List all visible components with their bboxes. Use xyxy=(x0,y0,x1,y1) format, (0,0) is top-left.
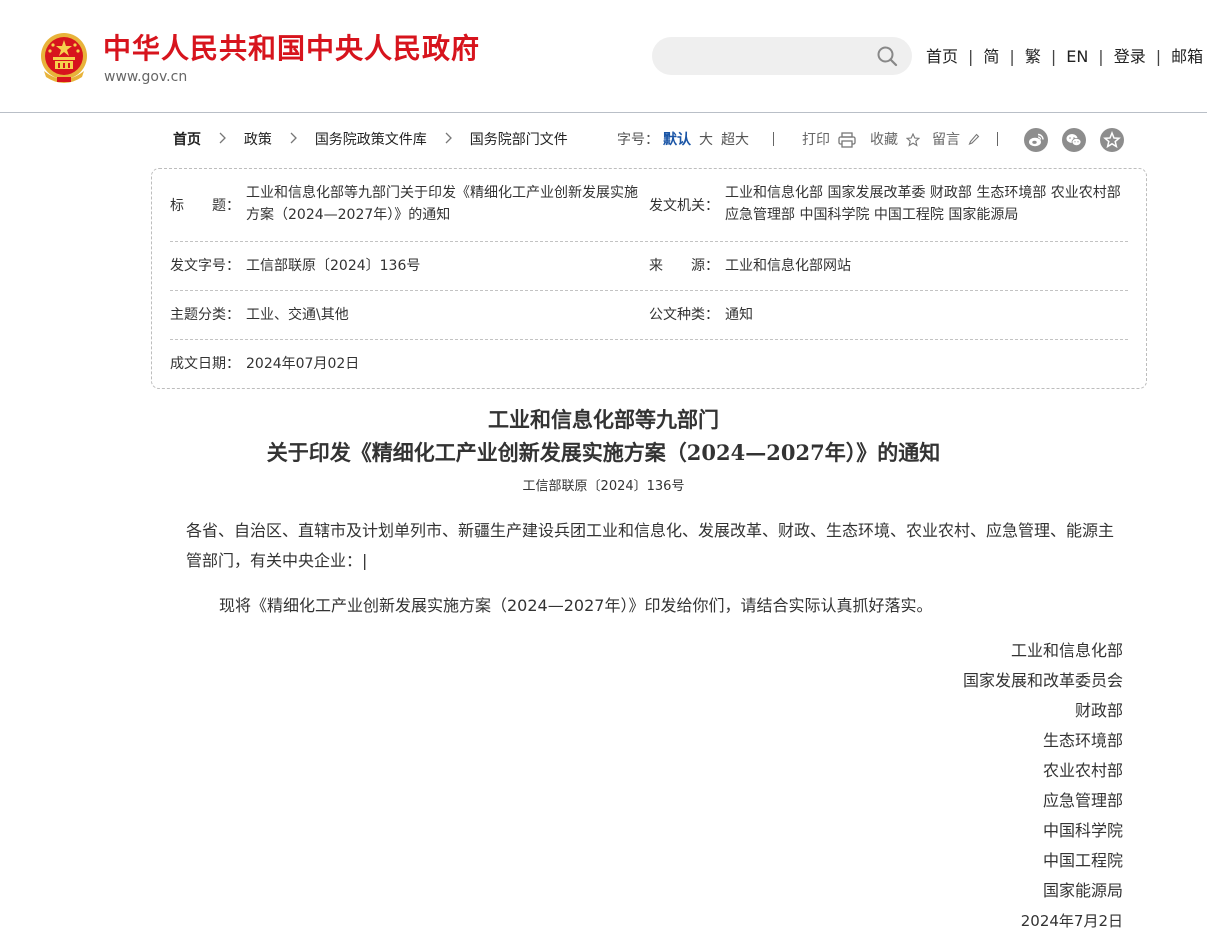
nav-separator: | xyxy=(1155,47,1162,66)
wechat-icon xyxy=(1066,134,1082,146)
meta-source-label: 来 源： xyxy=(649,258,719,274)
signatory: 中国工程院 xyxy=(1042,851,1123,870)
nav-separator: | xyxy=(1098,47,1104,66)
comment-label: 留言 xyxy=(932,132,960,148)
weibo-icon xyxy=(1029,133,1044,147)
nav-mail-link[interactable]: 邮箱 xyxy=(1171,47,1203,66)
pencil-icon xyxy=(968,133,980,145)
meta-date-label: 成文日期： xyxy=(170,356,240,372)
document-metadata: 标 题： 工业和信息化部等九部门关于印发《精细化工产业创新发展实施方案（2024… xyxy=(151,168,1147,389)
chevron-right-icon xyxy=(219,127,227,153)
star-icon xyxy=(1103,131,1121,149)
collect-share-button[interactable] xyxy=(1100,128,1124,152)
nav-english-link[interactable]: EN xyxy=(1066,47,1088,66)
weibo-share-button[interactable] xyxy=(1024,128,1048,152)
nav-home-link[interactable]: 首页 xyxy=(926,47,958,66)
breadcrumb-policy[interactable]: 政策 xyxy=(244,132,272,148)
article-addressee: 各省、自治区、直辖市及计划单列市、新疆生产建设兵团工业和信息化、发展改革、财政、… xyxy=(186,516,1126,576)
article-date: 2024年7月2日 xyxy=(1020,912,1123,930)
meta-issuer-label: 发文机关： xyxy=(649,198,719,214)
breadcrumb-policy-library[interactable]: 国务院政策文件库 xyxy=(315,132,427,148)
signatory: 工业和信息化部 xyxy=(1010,641,1123,660)
breadcrumb-department-documents[interactable]: 国务院部门文件 xyxy=(470,132,568,148)
meta-row: 成文日期： 2024年07月02日 xyxy=(170,340,1128,388)
site-title[interactable]: 中华人民共和国中央人民政府 xyxy=(103,31,480,67)
font-size-xlarge[interactable]: 超大 xyxy=(721,132,749,148)
nav-simplified-link[interactable]: 简 xyxy=(983,47,999,66)
signatory: 国家发展和改革委员会 xyxy=(962,671,1123,690)
addressee-text: 各省、自治区、直辖市及计划单列市、新疆生产建设兵团工业和信息化、发展改革、财政、… xyxy=(186,521,1115,570)
signatory: 应急管理部 xyxy=(1042,791,1123,810)
font-size-default[interactable]: 默认 xyxy=(663,132,691,148)
meta-date-value: 2024年07月02日 xyxy=(246,356,360,372)
meta-source-value: 工业和信息化部网站 xyxy=(725,258,851,274)
meta-issuer-value: 工业和信息化部 国家发展改革委 财政部 生态环境部 农业农村部 应急管理部 中国… xyxy=(725,185,1121,223)
top-nav: 首页|简|繁|EN|登录|邮箱| xyxy=(926,46,1207,68)
print-button[interactable]: 打印 xyxy=(802,127,857,153)
font-size-label: 字号： xyxy=(617,132,659,148)
wechat-share-button[interactable] xyxy=(1062,128,1086,152)
search-icon[interactable] xyxy=(876,45,898,67)
breadcrumb-home[interactable]: 首页 xyxy=(173,132,201,148)
meta-type-label: 公文种类： xyxy=(649,307,719,323)
print-label: 打印 xyxy=(802,132,830,148)
signatory: 财政部 xyxy=(1074,701,1123,720)
favorite-button[interactable]: 收藏 xyxy=(870,127,921,153)
meta-title-label: 标 题： xyxy=(170,198,240,214)
meta-topic-value: 工业、交通\其他 xyxy=(246,307,349,323)
favorite-label: 收藏 xyxy=(870,132,898,148)
signatory: 生态环境部 xyxy=(1042,731,1123,750)
nav-separator: | xyxy=(1009,47,1015,66)
font-size-large[interactable]: 大 xyxy=(699,132,713,148)
nav-traditional-link[interactable]: 繁 xyxy=(1025,47,1041,66)
meta-row: 发文字号： 工信部联原〔2024〕136号 来 源： 工业和信息化部网站 xyxy=(170,242,1128,291)
article-body: 现将《精细化工产业创新发展实施方案（2024—2027年）》印发给你们，请结合实… xyxy=(219,596,933,615)
site-domain: www.gov.cn xyxy=(104,69,188,85)
nav-login-link[interactable]: 登录 xyxy=(1114,47,1146,66)
meta-docnum-label: 发文字号： xyxy=(170,258,240,274)
chevron-right-icon xyxy=(290,127,298,153)
toolbar-divider xyxy=(997,132,998,146)
font-size-selector: 字号： 默认大超大 xyxy=(617,127,749,153)
toolbar-divider xyxy=(773,132,774,146)
search-input[interactable] xyxy=(652,37,912,75)
star-outline-icon xyxy=(906,132,921,147)
meta-row: 标 题： 工业和信息化部等九部门关于印发《精细化工产业创新发展实施方案（2024… xyxy=(170,169,1128,242)
article-title-line1: 工业和信息化部等九部门 xyxy=(488,407,719,432)
meta-type-value: 通知 xyxy=(725,307,753,323)
meta-docnum-value: 工信部联原〔2024〕136号 xyxy=(246,258,421,274)
text-cursor: | xyxy=(362,551,368,570)
meta-topic-label: 主题分类： xyxy=(170,307,240,323)
signatory: 国家能源局 xyxy=(1042,881,1123,900)
printer-icon xyxy=(838,132,857,148)
signatory: 农业农村部 xyxy=(1042,761,1123,780)
comment-button[interactable]: 留言 xyxy=(932,127,980,153)
meta-title-value: 工业和信息化部等九部门关于印发《精细化工产业创新发展实施方案（2024—2027… xyxy=(246,185,638,223)
signatory: 中国科学院 xyxy=(1042,821,1123,840)
chevron-right-icon xyxy=(445,127,453,153)
breadcrumb: 首页 政策 国务院政策文件库 国务院部门文件 xyxy=(173,127,568,153)
nav-separator: | xyxy=(1050,47,1057,66)
national-emblem-icon[interactable] xyxy=(38,31,90,85)
meta-row: 主题分类： 工业、交通\其他 公文种类： 通知 xyxy=(170,291,1128,340)
site-header: 中华人民共和国中央人民政府 www.gov.cn 首页 | 简 | 繁 | EN | 登录 | 邮箱… xyxy=(0,0,1207,113)
article-title-line2: 关于印发《精细化工产业创新发展实施方案（2024—2027年）》的通知 xyxy=(266,440,941,465)
article-doc-number: 工信部联原〔2024〕136号 xyxy=(522,479,685,494)
toolbar: 首页 政策 国务院政策文件库 国务院部门文件 字号： 默认大超大 打印 收藏 留言 xyxy=(0,127,1207,153)
nav-separator: | xyxy=(968,47,974,66)
